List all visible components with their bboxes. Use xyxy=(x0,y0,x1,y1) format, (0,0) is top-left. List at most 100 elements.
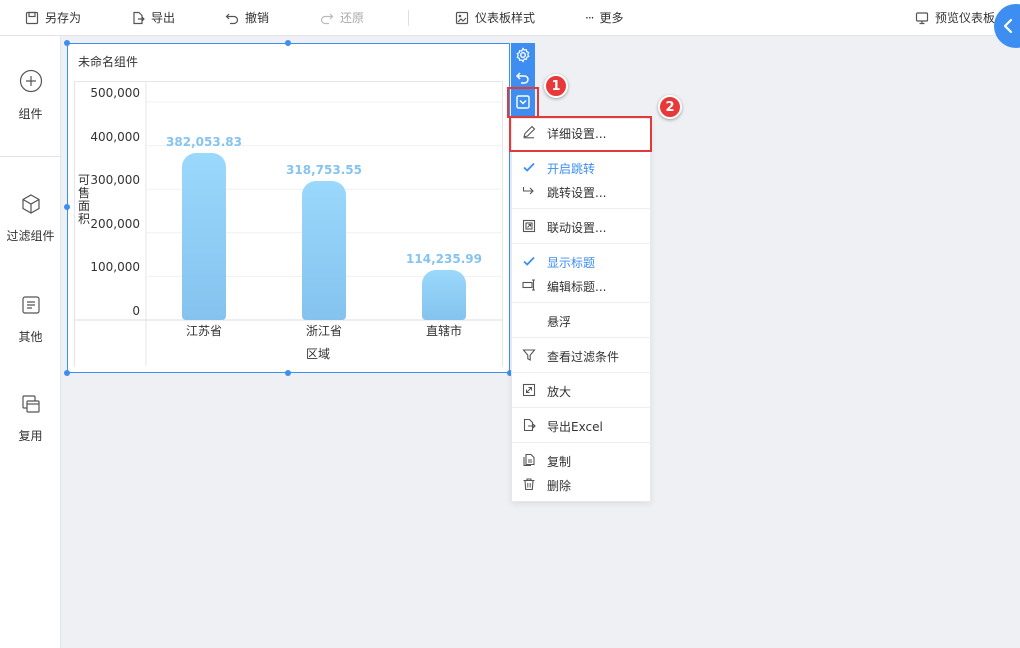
more-button[interactable]: ··· 更多 xyxy=(585,0,623,35)
sidebar-item-label: 过滤组件 xyxy=(6,229,55,243)
check-icon xyxy=(523,162,535,172)
menu-item-delete[interactable]: 删除 xyxy=(512,474,650,494)
redo-button[interactable]: 还原 xyxy=(320,0,364,35)
widget-undo-button[interactable] xyxy=(511,67,535,89)
sidebar-item-label: 复用 xyxy=(18,429,43,443)
menu-divider xyxy=(512,372,650,373)
data-label: 318,753.55 xyxy=(286,163,362,178)
highlight-box-menu-button xyxy=(507,87,539,118)
sidebar-item-label: 其他 xyxy=(18,330,43,344)
menu-divider xyxy=(512,302,650,303)
sidebar-item-label: 组件 xyxy=(18,107,43,121)
menu-item-label: 开启跳转 xyxy=(547,162,596,176)
y-tick-label: 400,000 xyxy=(90,129,140,144)
highlight-box-detail-settings xyxy=(509,116,652,152)
document-icon xyxy=(21,296,40,314)
sidebar-item-other[interactable]: 其他 xyxy=(0,294,61,345)
add-circle-icon xyxy=(19,69,42,93)
cube-icon xyxy=(21,194,40,214)
menu-item-float[interactable]: 悬浮 xyxy=(512,310,650,330)
chevron-left-icon xyxy=(1003,18,1013,34)
menu-item-export-excel[interactable]: 导出Excel xyxy=(512,415,650,435)
x-tick-label: 浙江省 xyxy=(305,324,342,338)
save-as-button[interactable]: 另存为 xyxy=(25,0,81,35)
undo-icon xyxy=(225,13,239,24)
menu-item-label: 显示标题 xyxy=(547,256,596,270)
expand-icon xyxy=(522,383,536,397)
sidebar-divider xyxy=(0,156,60,157)
resize-handle-s[interactable] xyxy=(285,370,291,376)
export-label: 导出 xyxy=(151,11,176,25)
y-tick-label: 0 xyxy=(132,304,140,318)
menu-item-view-filter-conditions[interactable]: 查看过滤条件 xyxy=(512,345,650,365)
export-file-icon xyxy=(523,418,536,432)
x-axis-label: 区域 xyxy=(306,347,331,361)
menu-divider xyxy=(512,243,650,244)
top-toolbar: 另存为 导出 撤销 还原 仪表板样式 ··· 更多 预览仪表板 xyxy=(0,0,1020,36)
menu-item-label: 跳转设置... xyxy=(547,186,607,200)
sidebar-item-reuse[interactable]: 复用 xyxy=(0,393,61,444)
menu-divider xyxy=(512,208,650,209)
preview-dashboard-label: 预览仪表板 xyxy=(935,11,996,25)
undo-label: 撤销 xyxy=(245,11,270,25)
menu-item-zoom-in[interactable]: 放大 xyxy=(512,380,650,400)
resize-handle-n[interactable] xyxy=(285,40,291,46)
menu-item-label: 联动设置... xyxy=(547,221,607,235)
menu-item-label: 查看过滤条件 xyxy=(547,350,620,364)
toolbar-divider xyxy=(408,10,409,26)
menu-item-label: 放大 xyxy=(547,385,572,399)
x-tick-label: 江苏省 xyxy=(185,324,222,338)
redo-icon xyxy=(320,13,334,24)
menu-item-show-title[interactable]: 显示标题 xyxy=(512,251,650,271)
bar[interactable] xyxy=(422,270,466,320)
callout-badge-1: 1 xyxy=(544,74,568,98)
data-label: 114,235.99 xyxy=(406,252,482,267)
jump-arrow-icon xyxy=(522,187,534,195)
sidebar-item-components[interactable]: 组件 xyxy=(0,69,61,122)
resize-handle-sw[interactable] xyxy=(64,370,70,376)
menu-item-jump-settings[interactable]: 跳转设置... xyxy=(512,181,650,201)
callout-badge-2: 2 xyxy=(658,95,682,119)
bar[interactable] xyxy=(182,153,226,320)
menu-item-link-settings[interactable]: 联动设置... xyxy=(512,216,650,236)
save-as-label: 另存为 xyxy=(45,11,82,25)
chart-widget[interactable]: 未命名组件 0 100,000 200,000 300,000 400,000 500,0… xyxy=(67,43,510,373)
bar[interactable] xyxy=(302,181,346,320)
edit-title-icon xyxy=(522,279,535,291)
resize-handle-w[interactable] xyxy=(64,204,70,210)
data-label: 382,053.83 xyxy=(166,135,242,150)
y-tick-label: 100,000 xyxy=(90,260,140,275)
resize-handle-nw[interactable] xyxy=(64,40,70,46)
check-icon xyxy=(523,256,535,266)
reuse-icon xyxy=(21,395,40,413)
menu-divider xyxy=(512,337,650,338)
menu-item-label: 删除 xyxy=(547,479,572,493)
copy-icon xyxy=(523,453,535,467)
undo-button[interactable]: 撤销 xyxy=(225,0,269,35)
menu-item-label: 编辑标题... xyxy=(547,280,607,294)
menu-item-copy[interactable]: 复制 xyxy=(512,450,650,470)
sidebar-item-filter-components[interactable]: 过滤组件 xyxy=(0,193,61,244)
monitor-icon xyxy=(915,11,929,24)
export-icon xyxy=(133,11,145,24)
more-dots-icon: ··· xyxy=(585,10,595,25)
menu-item-enable-jump[interactable]: 开启跳转 xyxy=(512,157,650,177)
menu-divider xyxy=(512,442,650,443)
save-icon xyxy=(25,11,39,24)
component-sidebar: 组件 过滤组件 其他 复用 xyxy=(0,36,61,648)
menu-item-label: 复制 xyxy=(547,455,572,469)
menu-item-edit-title[interactable]: 编辑标题... xyxy=(512,275,650,295)
export-button[interactable]: 导出 xyxy=(131,0,175,35)
menu-divider xyxy=(512,407,650,408)
y-axis-label: 可售面积 xyxy=(77,173,90,226)
undo-icon xyxy=(515,72,529,84)
preview-dashboard-button[interactable]: 预览仪表板 xyxy=(915,0,995,35)
menu-item-label: 导出Excel xyxy=(547,420,603,434)
more-label: 更多 xyxy=(599,11,624,25)
widget-context-menu: 详细设置... 开启跳转 跳转设置... 联动设置... 显示标题 编辑标题..… xyxy=(511,118,651,502)
widget-settings-button[interactable] xyxy=(511,44,535,66)
menu-item-label: 悬浮 xyxy=(547,315,572,329)
dashboard-style-button[interactable]: 仪表板样式 xyxy=(455,0,535,35)
trash-icon xyxy=(523,478,535,491)
dashboard-style-icon xyxy=(455,11,469,24)
